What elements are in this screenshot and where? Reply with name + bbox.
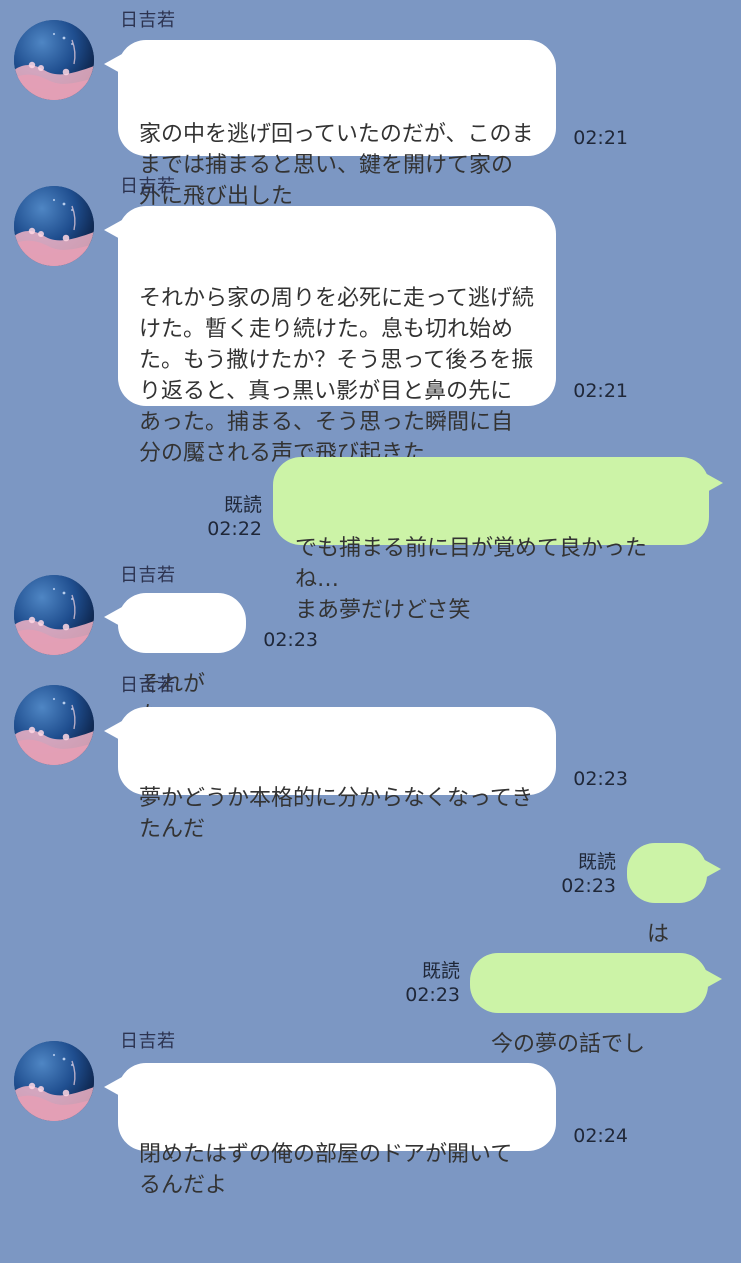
read-status: 既読 [577, 851, 616, 873]
message-bubble[interactable]: 夢かどうか本格的に分からなくなってきたんだ [104, 707, 556, 842]
sender-name: 日吉若 [120, 176, 176, 197]
read-status: 既読 [421, 960, 460, 982]
message-time: 02:21 [573, 380, 628, 402]
message-time: 02:23 [405, 984, 460, 1006]
message-time: 02:22 [207, 518, 262, 540]
avatar[interactable] [14, 1041, 94, 1121]
message-bubble[interactable]: それがな [104, 593, 246, 728]
avatar[interactable] [14, 20, 94, 100]
message-meta: 02:21 [566, 379, 628, 403]
sender-name: 日吉若 [120, 675, 176, 696]
message-bubble[interactable]: 今の夢の話でしょ？ [470, 953, 722, 1088]
message-meta: 既読 02:23 [398, 961, 460, 1007]
avatar[interactable] [14, 186, 94, 266]
message-meta: 既読 02:23 [554, 852, 616, 898]
message-time: 02:23 [263, 629, 318, 651]
message-meta: 02:21 [566, 126, 628, 150]
message-time: 02:23 [561, 875, 616, 897]
message-bubble[interactable]: でも捕まる前に目が覚めて良かったね… まあ夢だけどさ笑 [273, 457, 723, 623]
message-text: 夢かどうか本格的に分からなくなってきたんだ [139, 786, 534, 842]
message-bubble[interactable]: は？ [627, 843, 721, 978]
sender-name: 日吉若 [120, 565, 176, 586]
message-text: 閉めたはずの俺の部屋のドアが開いてるんだよ [139, 1142, 513, 1198]
message-text: でも捕まる前に目が覚めて良かったね… まあ夢だけどさ笑 [295, 536, 648, 623]
message-time: 02:21 [573, 127, 628, 149]
sender-name: 日吉若 [120, 10, 176, 31]
message-meta: 02:23 [566, 767, 628, 791]
read-status: 既読 [223, 494, 262, 516]
message-text: 家の中を逃げ回っていたのだが、このままでは捕まると思い、鍵を開けて家の外に飛び出… [139, 122, 534, 209]
avatar[interactable] [14, 685, 94, 765]
message-time: 02:23 [573, 768, 628, 790]
message-meta: 02:23 [256, 628, 318, 652]
message-text: それから家の周りを必死に走って逃げ続けた。暫く走り続けた。息も切れ始めた。もう撒… [139, 286, 534, 466]
message-meta: 既読 02:22 [200, 495, 262, 541]
sender-name: 日吉若 [120, 1031, 176, 1052]
message-bubble[interactable]: 家の中を逃げ回っていたのだが、このままでは捕まると思い、鍵を開けて家の外に飛び出… [104, 40, 556, 209]
chat-screen: 日吉若 家の中を逃げ回っていたのだが、このままでは捕まると思い、鍵を開けて家の外… [0, 0, 741, 1200]
message-time: 02:24 [573, 1125, 628, 1147]
avatar[interactable] [14, 575, 94, 655]
message-meta: 02:24 [566, 1124, 628, 1148]
message-bubble[interactable]: それから家の周りを必死に走って逃げ続けた。暫く走り続けた。息も切れ始めた。もう撒… [104, 206, 556, 466]
message-bubble[interactable]: 閉めたはずの俺の部屋のドアが開いてるんだよ [104, 1063, 556, 1198]
